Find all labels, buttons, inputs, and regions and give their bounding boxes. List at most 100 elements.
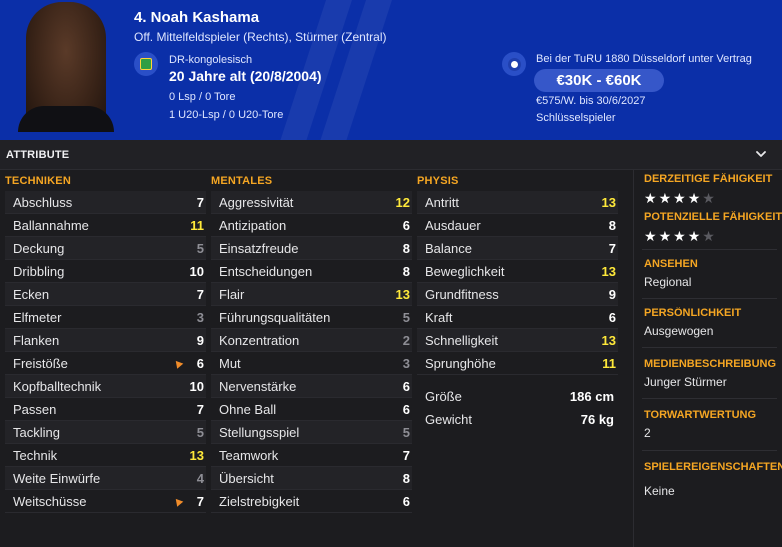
chevron-down-icon[interactable] xyxy=(754,147,768,161)
attribute-row[interactable]: Abschluss 7 xyxy=(5,191,206,214)
media-label: MEDIENBESCHREIBUNG xyxy=(644,358,777,370)
attribute-row[interactable]: Technik 13 xyxy=(5,444,206,467)
attribute-value: 7 xyxy=(196,194,204,210)
measure-value: 76 kg xyxy=(580,412,614,427)
attribute-name: Konzentration xyxy=(219,332,300,348)
potential-ability[interactable]: POTENZIELLE FÄHIGKEIT ★ ★ ★ ★ ★ xyxy=(634,211,782,243)
mental-heading: MENTALES xyxy=(211,175,273,187)
attribute-name: Ballannahme xyxy=(13,217,89,233)
attribute-row[interactable]: Beweglichkeit 13 xyxy=(417,260,618,283)
attribute-row[interactable]: Deckung 5 xyxy=(5,237,206,260)
attribute-row[interactable]: Mut 3 xyxy=(211,352,412,375)
side-panel: DERZEITIGE FÄHIGKEIT ★ ★ ★ ★ ★ POTENZIELLE F… xyxy=(633,170,782,547)
physical-measure-row: Gewicht 76 kg xyxy=(417,408,618,431)
attribute-row[interactable]: Weite Einwürfe 4 xyxy=(5,467,206,490)
star-filled-icon: ★ xyxy=(658,228,672,244)
attribute-row[interactable]: Nervenstärke 6 xyxy=(211,375,412,398)
club-crest-icon[interactable] xyxy=(502,52,526,76)
attribute-row[interactable]: Führungsqualitäten 5 xyxy=(211,306,412,329)
attribute-name: Freistöße xyxy=(13,355,68,371)
attribute-row[interactable]: Passen 7 xyxy=(5,398,206,421)
divider xyxy=(642,347,777,348)
attribute-value: 7 xyxy=(196,401,204,417)
current-ability-stars: ★ ★ ★ ★ ★ xyxy=(644,191,782,205)
attribute-row[interactable]: Teamwork 7 xyxy=(211,444,412,467)
attribute-row[interactable]: Kopfballtechnik 10 xyxy=(5,375,206,398)
attribute-row[interactable]: Tackling 5 xyxy=(5,421,206,444)
attribute-value: 4 xyxy=(196,470,204,486)
attribute-value: 3 xyxy=(196,309,204,325)
attribute-value: 7 xyxy=(608,240,616,256)
attribute-row[interactable]: Kraft 6 xyxy=(417,306,618,329)
attribute-name: Führungsqualitäten xyxy=(219,309,331,325)
reputation-label: ANSEHEN xyxy=(644,258,698,270)
attribute-row[interactable]: Balance 7 xyxy=(417,237,618,260)
attributes-section-header[interactable]: ATTRIBUTE xyxy=(0,140,782,170)
attribute-row[interactable]: Ohne Ball 6 xyxy=(211,398,412,421)
attribute-row[interactable]: Freistöße 6 xyxy=(5,352,206,375)
attribute-row[interactable]: Antizipation 6 xyxy=(211,214,412,237)
attribute-row[interactable]: Entscheidungen 8 xyxy=(211,260,412,283)
transfer-value-badge: €30K - €60K xyxy=(534,69,664,92)
measure-name: Gewicht xyxy=(425,412,472,427)
personality-value: Ausgewogen xyxy=(644,324,714,338)
player-traits[interactable]: SPIELEREIGENSCHAFTEN Keine xyxy=(634,461,782,498)
attribute-value: 6 xyxy=(402,378,410,394)
attribute-row[interactable]: Aggressivität 12 xyxy=(211,191,412,214)
attribute-row[interactable]: Flanken 9 xyxy=(5,329,206,352)
attribute-row[interactable]: Ecken 7 xyxy=(5,283,206,306)
reputation: ANSEHEN Regional xyxy=(634,258,782,289)
attribute-name: Grundfitness xyxy=(425,286,499,302)
international-caps: 0 Lsp / 0 Tore xyxy=(169,91,236,103)
contract-status[interactable]: Bei der TuRU 1880 Düsseldorf unter Vertr… xyxy=(536,53,752,65)
attribute-name: Technik xyxy=(13,447,58,463)
divider xyxy=(642,398,777,399)
attribute-row[interactable]: Übersicht 8 xyxy=(211,467,412,490)
attribute-row[interactable]: Elfmeter 3 xyxy=(5,306,206,329)
attribute-row[interactable]: Dribbling 10 xyxy=(5,260,206,283)
attribute-row[interactable]: Flair 13 xyxy=(211,283,412,306)
attribute-name: Entscheidungen xyxy=(219,263,313,279)
attribute-value: 8 xyxy=(402,263,410,279)
media-description: MEDIENBESCHREIBUNG Junger Stürmer xyxy=(634,358,782,389)
attribute-value: 11 xyxy=(602,355,616,371)
player-photo[interactable] xyxy=(18,2,114,132)
measure-name: Größe xyxy=(425,389,462,404)
attribute-row[interactable]: Ausdauer 8 xyxy=(417,214,618,237)
nation-flag-icon[interactable] xyxy=(134,52,158,76)
attribute-row[interactable]: Ballannahme 11 xyxy=(5,214,206,237)
attribute-row[interactable]: Sprunghöhe 11 xyxy=(417,352,618,375)
attribute-name: Schnelligkeit xyxy=(425,332,498,348)
divider xyxy=(642,298,777,299)
attribute-row[interactable]: Konzentration 2 xyxy=(211,329,412,352)
current-ability[interactable]: DERZEITIGE FÄHIGKEIT ★ ★ ★ ★ ★ xyxy=(634,173,782,205)
attribute-row[interactable]: Stellungsspiel 5 xyxy=(211,421,412,444)
attribute-row[interactable]: Einsatzfreude 8 xyxy=(211,237,412,260)
attribute-row[interactable]: Weitschüsse 7 xyxy=(5,490,206,513)
attribute-value: 6 xyxy=(196,355,204,371)
attribute-value: 13 xyxy=(601,332,616,348)
attribute-name: Dribbling xyxy=(13,263,65,279)
player-traits-label: SPIELEREIGENSCHAFTEN xyxy=(644,461,782,473)
attribute-value: 6 xyxy=(608,309,616,325)
attribute-value: 3 xyxy=(402,355,410,371)
potential-ability-label: POTENZIELLE FÄHIGKEIT xyxy=(644,211,782,223)
player-age: 20 Jahre alt (20/8/2004) xyxy=(169,68,322,84)
attribute-name: Kopfballtechnik xyxy=(13,378,102,394)
attribute-name: Tackling xyxy=(13,424,60,440)
star-filled-icon: ★ xyxy=(673,228,686,244)
attribute-value: 8 xyxy=(608,217,616,233)
goalkeeper-rating: TORWARTWERTUNG 2 xyxy=(634,409,782,440)
attribute-row[interactable]: Zielstrebigkeit 6 xyxy=(211,490,412,513)
attribute-row[interactable]: Grundfitness 9 xyxy=(417,283,618,306)
gk-rating-label: TORWARTWERTUNG xyxy=(644,409,757,421)
attribute-value: 10 xyxy=(189,263,204,279)
divider xyxy=(642,249,777,250)
divider xyxy=(642,450,777,451)
attribute-row[interactable]: Antritt 13 xyxy=(417,191,618,214)
player-nationality[interactable]: DR-kongolesisch xyxy=(169,54,252,66)
star-filled-icon: ★ xyxy=(658,190,672,206)
attribute-name: Teamwork xyxy=(219,447,279,463)
attribute-row[interactable]: Schnelligkeit 13 xyxy=(417,329,618,352)
player-name[interactable]: 4. Noah Kashama xyxy=(134,9,259,26)
